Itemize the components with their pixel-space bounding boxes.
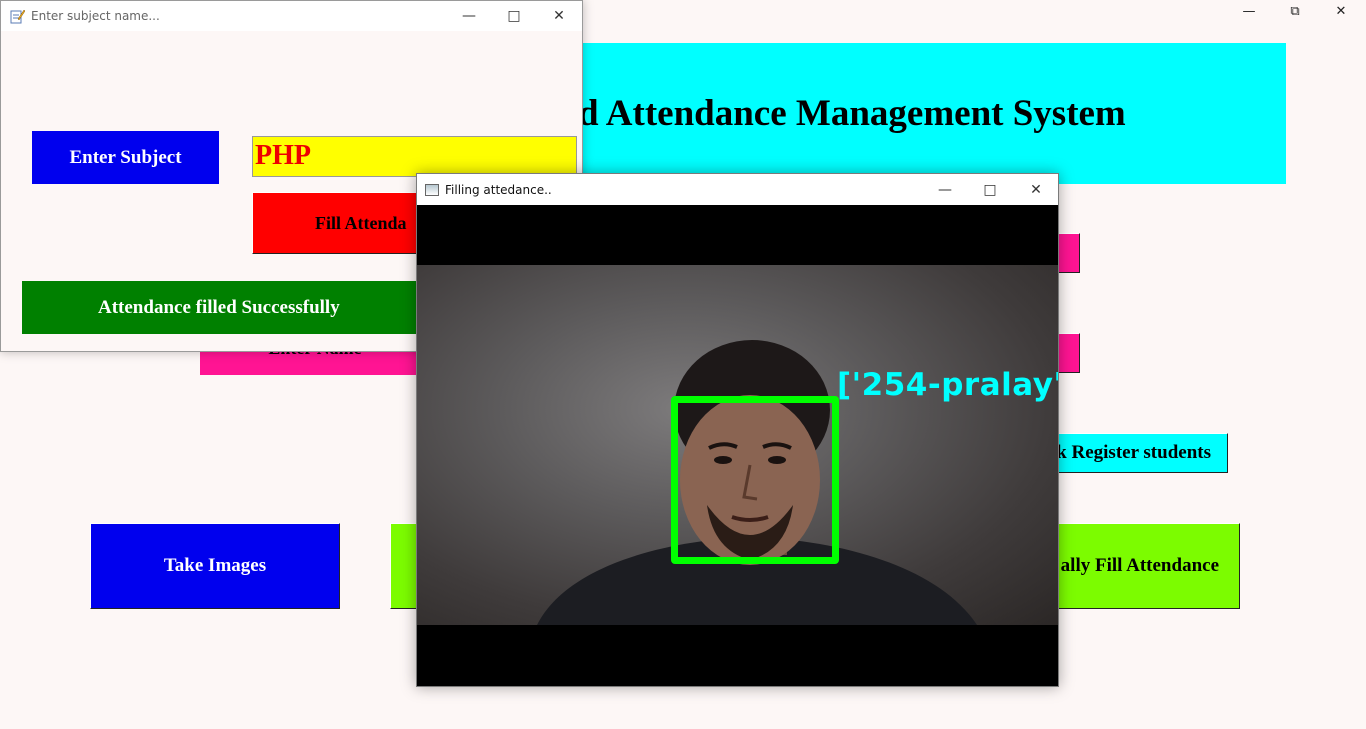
main-restore-button[interactable]: ⧉ (1272, 0, 1318, 22)
restore-icon: ⧉ (1290, 3, 1300, 19)
camera-feed: ['254-pralay' (417, 205, 1058, 686)
main-close-button[interactable]: ✕ (1318, 0, 1364, 22)
camera-titlebar[interactable]: Filling attedance.. — □ ✕ (417, 174, 1058, 205)
close-icon: ✕ (1335, 3, 1347, 19)
minimize-icon: — (462, 8, 476, 24)
camera-minimize-button[interactable]: — (922, 174, 968, 205)
webcam-frame: ['254-pralay' (417, 265, 1058, 625)
maximize-icon: □ (507, 8, 521, 24)
detected-student-label: ['254-pralay' (837, 367, 1058, 403)
camera-maximize-button[interactable]: □ (967, 174, 1013, 205)
minimize-icon: — (938, 181, 952, 198)
enter-subject-label: Enter Subject (32, 131, 219, 184)
fill-attendance-button[interactable]: Fill Attenda (252, 192, 422, 254)
main-minimize-button[interactable]: — (1226, 0, 1272, 22)
subject-input[interactable]: PHP (252, 136, 577, 177)
camera-close-button[interactable]: ✕ (1013, 174, 1059, 205)
dialog-close-button[interactable]: ✕ (536, 1, 582, 31)
app-title-banner: d Attendance Management System (565, 43, 1286, 184)
dialog-titlebar[interactable]: Enter subject name... — □ ✕ (1, 1, 582, 31)
face-detection-box (671, 396, 839, 564)
subject-input-value: PHP (255, 140, 311, 171)
camera-title: Filling attedance.. (445, 182, 552, 197)
close-icon: ✕ (1030, 181, 1042, 198)
dialog-maximize-button[interactable]: □ (491, 1, 537, 31)
dialog-title: Enter subject name... (31, 9, 160, 23)
success-message: Attendance filled Successfully (22, 281, 422, 334)
close-icon: ✕ (553, 8, 565, 24)
dialog-minimize-button[interactable]: — (446, 1, 492, 31)
window-app-icon (425, 183, 439, 196)
maximize-icon: □ (983, 181, 997, 198)
check-register-students-button[interactable]: k Register students (1040, 433, 1228, 473)
app-title: d Attendance Management System (578, 93, 1126, 134)
manually-fill-attendance-button[interactable]: ally Fill Attendance (1040, 523, 1240, 609)
camera-window: Filling attedance.. — □ ✕ ['254-pralay' (416, 173, 1059, 687)
notepad-icon (9, 8, 26, 24)
take-images-button[interactable]: Take Images (90, 523, 340, 609)
minimize-icon: — (1242, 3, 1256, 19)
